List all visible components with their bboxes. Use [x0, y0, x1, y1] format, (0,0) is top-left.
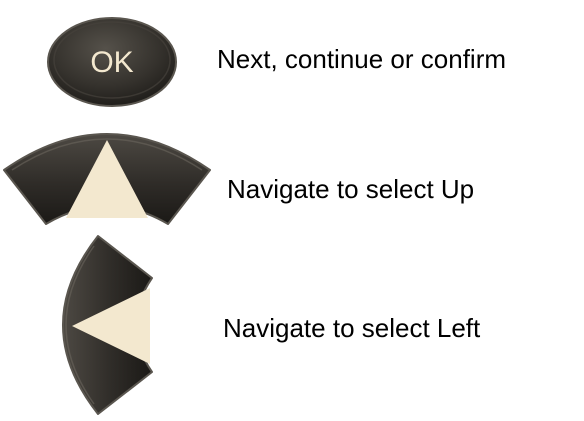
ok-button: OK — [44, 16, 180, 108]
up-description: Navigate to select Up — [227, 174, 475, 204]
up-button — [0, 120, 214, 230]
ok-button-icon: OK — [47, 17, 177, 107]
up-arrow-button-icon — [3, 133, 211, 225]
left-button — [44, 232, 160, 418]
left-arrow-button-icon — [62, 235, 153, 415]
ok-description: Next, continue or confirm — [217, 44, 507, 74]
ok-key-label: OK — [90, 46, 133, 79]
left-description: Navigate to select Left — [223, 313, 481, 343]
